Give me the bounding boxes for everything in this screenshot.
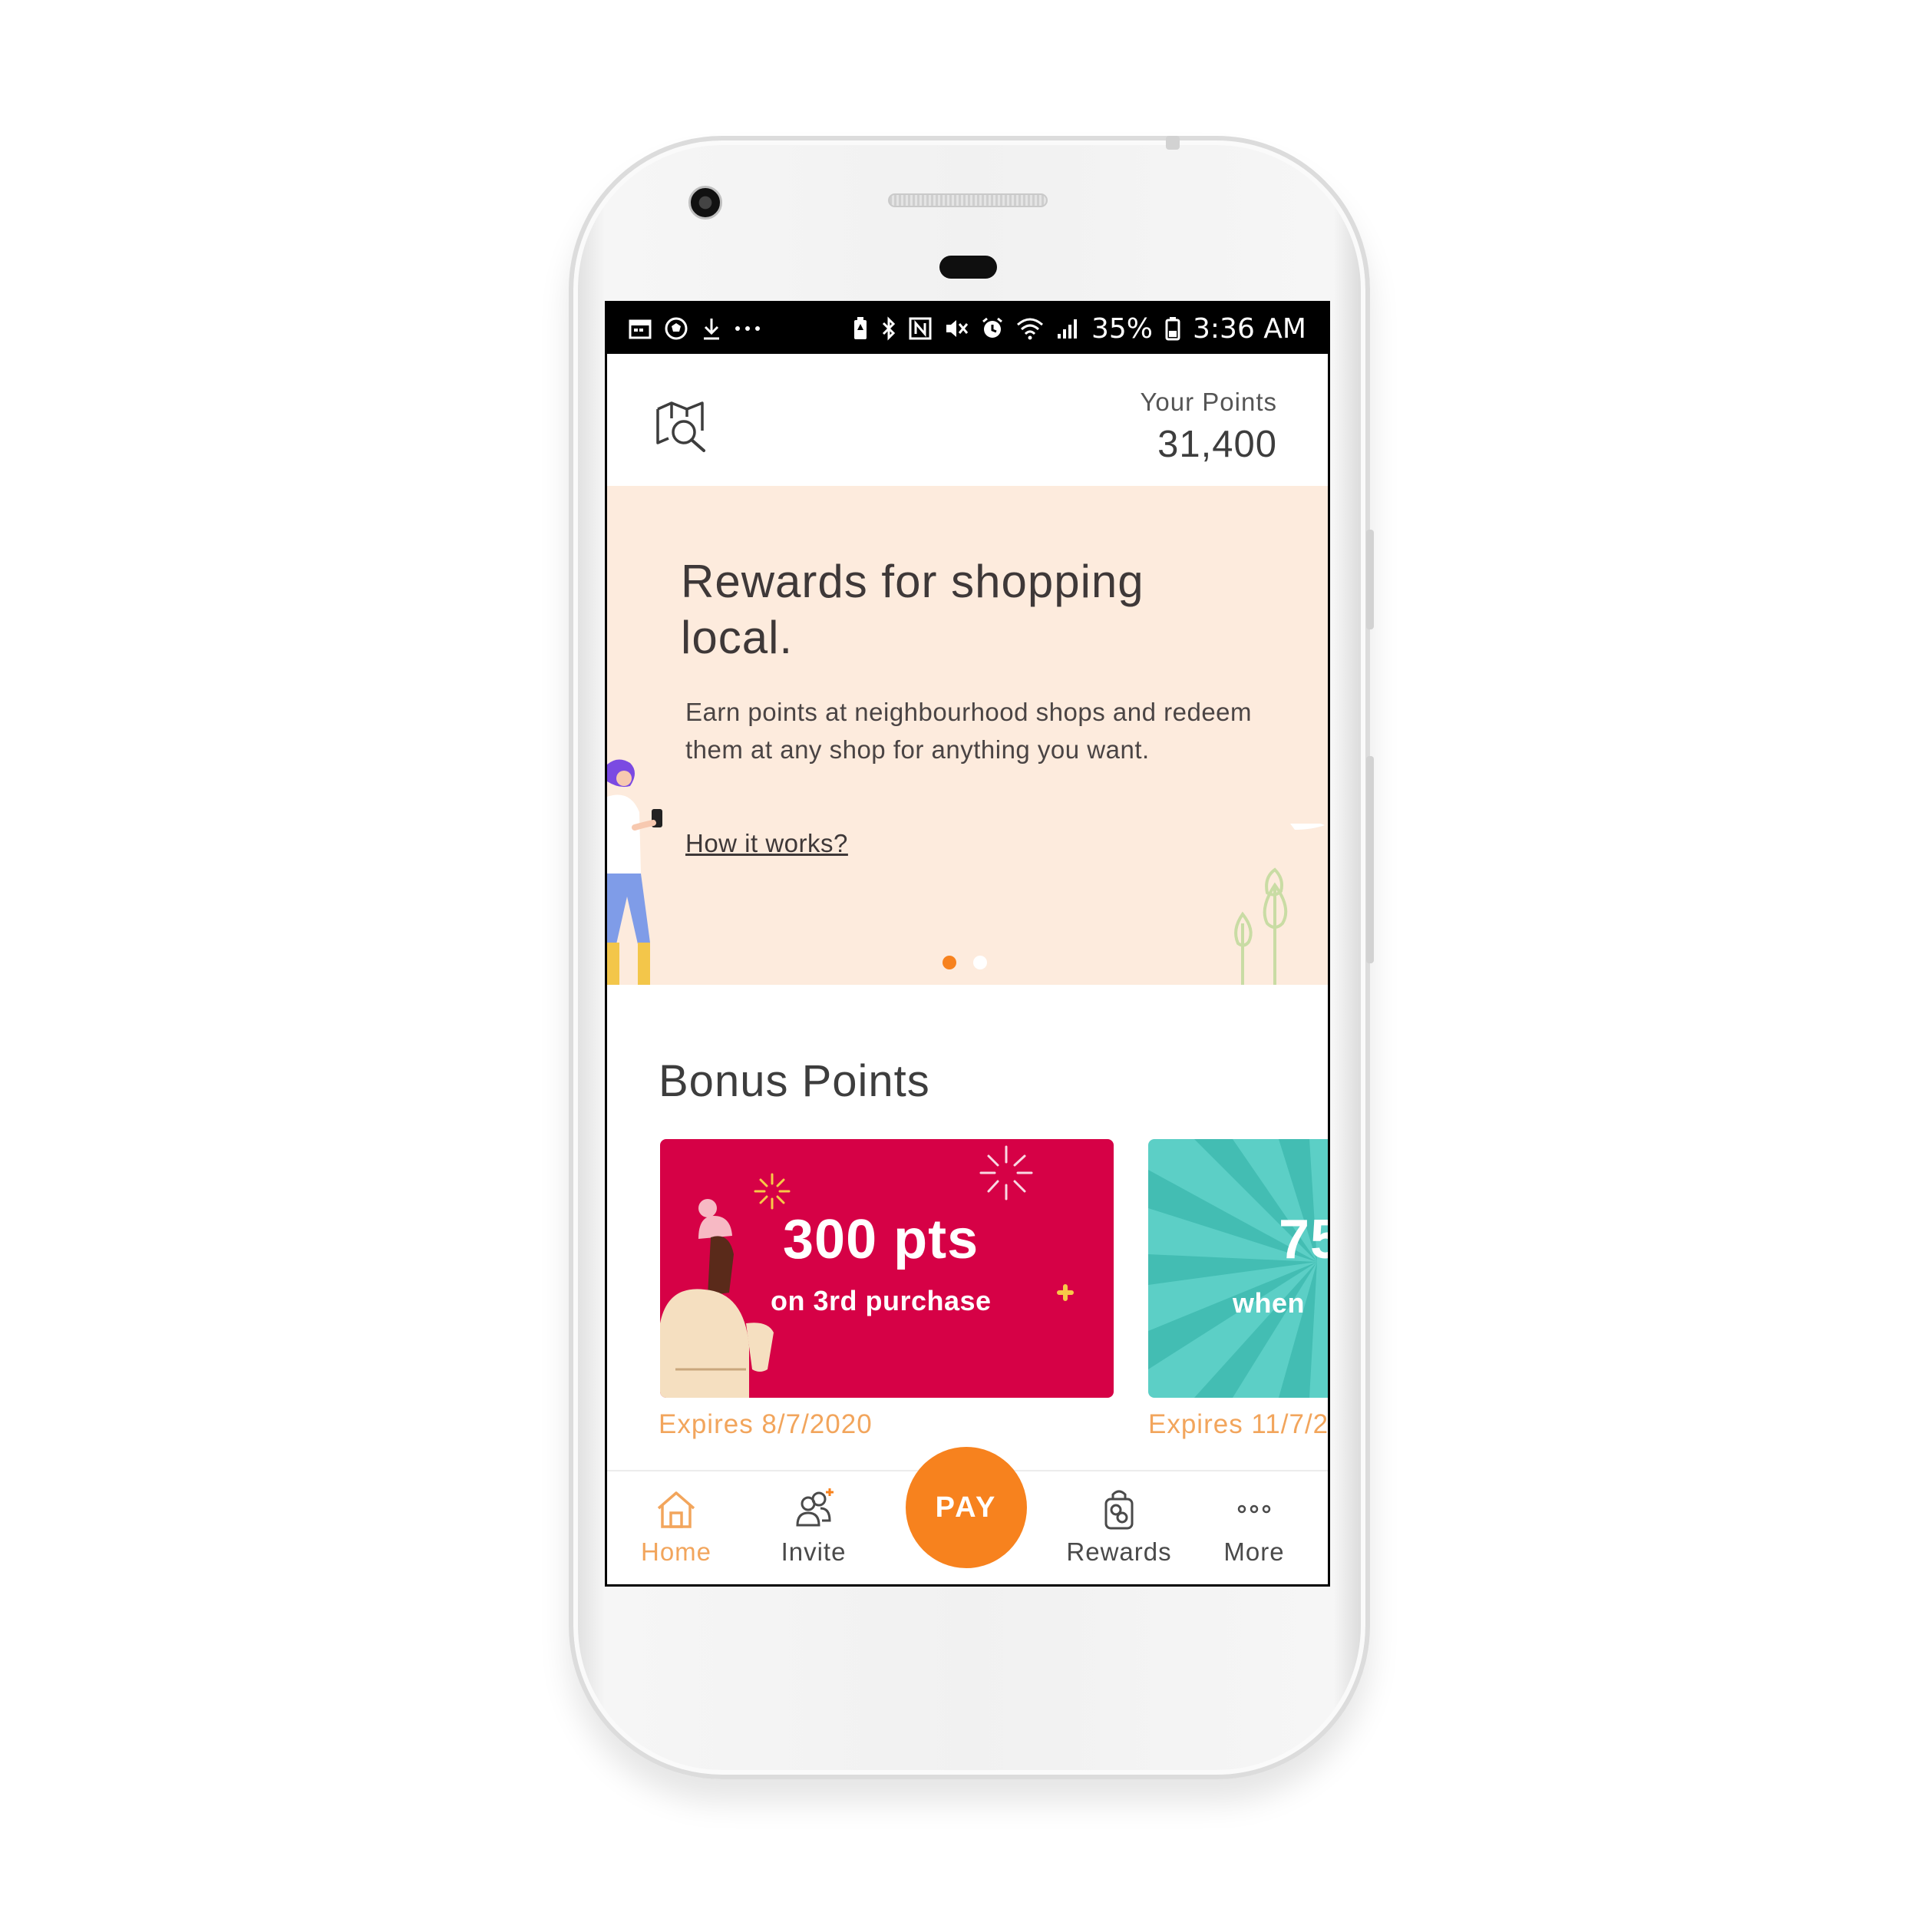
- bonus-card-expiry: Expires 8/7/2020: [659, 1409, 873, 1439]
- battery-saver-icon: [852, 316, 869, 341]
- bonus-card-75-pts[interactable]: 75 when: [1148, 1139, 1328, 1398]
- status-bar-right: 35% 3:36 AM: [852, 313, 1306, 345]
- power-button: [1366, 756, 1374, 963]
- more-dots-icon: [735, 325, 761, 332]
- home-icon: [657, 1491, 695, 1528]
- calendar-icon: [629, 318, 652, 339]
- hero-title: Rewards for shopping local.: [681, 556, 1144, 663]
- invite-friends-icon: [796, 1488, 834, 1527]
- bonus-card-headline: 300 pts: [783, 1209, 979, 1270]
- points-value: 31,400: [1157, 424, 1277, 465]
- bluetooth-icon: [881, 316, 896, 341]
- phone-screen: 35% 3:36 AM Your Points 31,400 Rewards f…: [605, 301, 1330, 1587]
- woman-with-phone-illustration: [607, 759, 662, 985]
- wifi-icon: [1016, 317, 1044, 340]
- nav-home[interactable]: Home: [611, 1471, 741, 1584]
- map-search-icon[interactable]: [655, 400, 708, 454]
- bonus-card-300-pts[interactable]: 300 pts on 3rd purchase: [660, 1139, 1114, 1398]
- battery-percent: 35%: [1091, 312, 1154, 345]
- more-dots-icon: [1237, 1504, 1271, 1514]
- bonus-card-headline: 75: [1279, 1209, 1328, 1270]
- alarm-icon: [981, 317, 1004, 340]
- volume-button: [1366, 530, 1374, 629]
- soccer-ball-icon: [664, 316, 688, 341]
- hero-description: Earn points at neighbourhood shops and r…: [685, 698, 1253, 764]
- app-header: Your Points 31,400: [607, 354, 1328, 486]
- carousel-dot-2[interactable]: [973, 956, 987, 969]
- points-label: Your Points: [1140, 388, 1277, 416]
- bonus-card-expiry: Expires 11/7/2: [1148, 1409, 1329, 1439]
- nav-rewards-label: Rewards: [1066, 1537, 1172, 1566]
- bonus-card-subline: when: [1233, 1287, 1306, 1319]
- nfc-icon: [909, 317, 932, 340]
- earpiece-speaker: [888, 193, 1048, 207]
- hero-banner[interactable]: Rewards for shopping local. Earn points …: [607, 486, 1328, 985]
- download-icon: [701, 316, 722, 341]
- mute-icon: [944, 317, 969, 340]
- plants-illustration: [1234, 824, 1325, 985]
- nav-invite[interactable]: Invite: [748, 1471, 879, 1584]
- bonus-card-subline: on 3rd purchase: [771, 1285, 992, 1316]
- pay-button[interactable]: PAY: [906, 1447, 1027, 1568]
- status-bar: 35% 3:36 AM: [607, 303, 1328, 354]
- nav-more[interactable]: More: [1189, 1471, 1319, 1584]
- battery-icon: [1165, 316, 1180, 341]
- front-camera: [688, 186, 722, 220]
- nav-more-label: More: [1223, 1537, 1285, 1566]
- clock: 3:36 AM: [1193, 312, 1306, 345]
- nav-home-label: Home: [640, 1537, 712, 1566]
- status-bar-left: [629, 316, 761, 341]
- proximity-sensor: [939, 256, 997, 279]
- rewards-bag-icon: [1104, 1490, 1134, 1530]
- top-notch-button: [1166, 136, 1180, 150]
- carousel-dot-1[interactable]: [943, 956, 956, 969]
- bonus-points-title: Bonus Points: [659, 1056, 930, 1106]
- carousel-dots: [943, 956, 987, 969]
- nav-invite-label: Invite: [781, 1537, 847, 1566]
- how-it-works-link[interactable]: How it works?: [685, 829, 848, 858]
- signal-icon: [1056, 317, 1079, 340]
- nav-rewards[interactable]: Rewards: [1054, 1471, 1184, 1584]
